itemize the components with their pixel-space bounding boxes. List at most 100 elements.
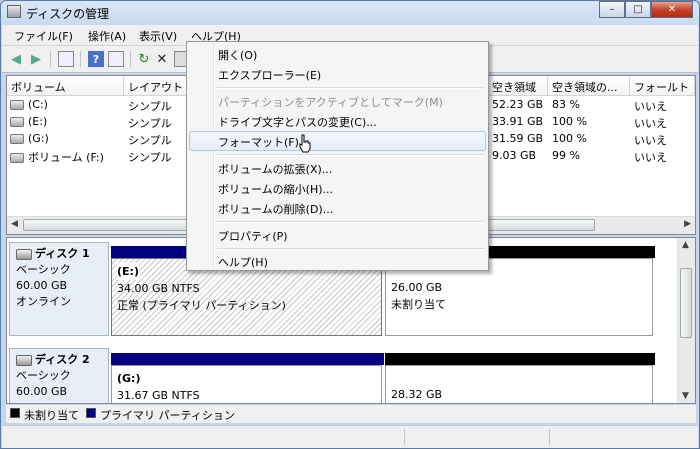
menu-separator bbox=[217, 248, 484, 250]
disk-icon bbox=[16, 248, 32, 260]
volume-layout: シンプル bbox=[128, 100, 172, 113]
menu-item-mark-active: パーティションをアクティブとしてマーク(M) bbox=[218, 96, 443, 109]
volume-free-space: 52.23 GB bbox=[492, 98, 544, 111]
disk-1-type: ベーシック bbox=[16, 263, 71, 276]
disk-2-size: 60.00 GB bbox=[16, 385, 68, 398]
volume-name: (E:) bbox=[10, 115, 47, 128]
drive-icon bbox=[10, 134, 24, 144]
menu-file[interactable]: ファイル(F) bbox=[14, 28, 73, 44]
unallocated-swatch bbox=[10, 408, 20, 418]
properties-icon[interactable] bbox=[108, 51, 124, 67]
volume-fault-tolerance: いいえ bbox=[634, 100, 667, 113]
partition-g[interactable]: (G:) 31.67 GB NTFS bbox=[111, 353, 384, 403]
menu-separator bbox=[217, 154, 484, 156]
menu-action[interactable]: 操作(A) bbox=[88, 28, 126, 44]
disk-management-app-icon bbox=[7, 5, 21, 18]
volume-name: (C:) bbox=[10, 98, 48, 111]
menu-item-format[interactable]: フォーマット(F)... bbox=[189, 131, 486, 151]
volume-percent-free: 99 % bbox=[552, 149, 580, 162]
volume-free-space: 31.59 GB bbox=[492, 132, 544, 145]
menu-item-help[interactable]: ヘルプ(H) bbox=[189, 251, 486, 271]
volume-percent-free: 100 % bbox=[552, 115, 587, 128]
legend: 未割り当て プライマリ パーティション bbox=[6, 405, 696, 423]
drive-icon bbox=[10, 117, 24, 127]
unallocated-bar bbox=[385, 353, 655, 365]
column-header-fault-tolerance[interactable]: フォールト bbox=[630, 76, 695, 96]
primary-partition-swatch bbox=[86, 408, 96, 418]
hand-cursor-icon bbox=[299, 134, 311, 153]
menu-item-explore[interactable]: エクスプローラー(E) bbox=[189, 64, 486, 84]
partition-e-label: (E:) bbox=[117, 263, 139, 280]
minimize-button[interactable]: – bbox=[599, 1, 625, 18]
disk-2-info[interactable]: ディスク 2 ベーシック 60.00 GB bbox=[9, 348, 109, 403]
status-bar bbox=[2, 425, 698, 448]
delete-icon[interactable]: ✕ bbox=[154, 51, 170, 67]
partition-e-status: 正常 (プライマリ パーティション) bbox=[117, 299, 286, 312]
scroll-down-arrow-icon[interactable]: ▼ bbox=[682, 391, 689, 401]
disk-management-window: ディスクの管理 – □ ✕ ファイル(F) 操作(A) 表示(V) ヘルプ(H)… bbox=[0, 0, 700, 449]
title-bar: ディスクの管理 – □ ✕ bbox=[1, 1, 699, 23]
status-divider bbox=[404, 429, 405, 445]
menu-view[interactable]: 表示(V) bbox=[139, 28, 177, 44]
primary-partition-bar bbox=[111, 353, 384, 365]
volume-layout: シンプル bbox=[128, 117, 172, 130]
drive-icon bbox=[10, 153, 24, 163]
disk-1-info[interactable]: ディスク 1 ベーシック 60.00 GB オンライン bbox=[9, 242, 109, 336]
disk-1-size: 60.00 GB bbox=[16, 279, 68, 292]
disk-1-title: ディスク 1 bbox=[16, 246, 108, 262]
menu-item-properties[interactable]: プロパティ(P) bbox=[189, 225, 486, 245]
maximize-button[interactable]: □ bbox=[625, 1, 651, 18]
menu-separator bbox=[217, 87, 484, 89]
scrollbar-thumb[interactable] bbox=[680, 268, 692, 338]
menu-item-shrink-volume[interactable]: ボリュームの縮小(H)... bbox=[189, 178, 486, 198]
menu-item-extend-volume[interactable]: ボリュームの拡張(X)... bbox=[189, 158, 486, 178]
unallocated-size: 26.00 GB bbox=[391, 281, 443, 294]
column-header-free-space[interactable]: 空き領域 bbox=[488, 76, 548, 96]
status-divider bbox=[549, 429, 550, 445]
volume-fault-tolerance: いいえ bbox=[634, 117, 667, 130]
close-button[interactable]: ✕ bbox=[651, 1, 693, 18]
volume-fault-tolerance: いいえ bbox=[634, 134, 667, 147]
window-controls: – □ ✕ bbox=[599, 1, 693, 19]
volume-percent-free: 83 % bbox=[552, 98, 580, 111]
legend-primary-partition: プライマリ パーティション bbox=[100, 409, 235, 422]
unallocated-space-disk-2[interactable]: 28.32 GB bbox=[385, 353, 655, 403]
volume-percent-free: 100 % bbox=[552, 132, 587, 145]
volume-free-space: 9.03 GB bbox=[492, 149, 537, 162]
menu-item-change-drive-letter[interactable]: ドライブ文字とパスの変更(C)... bbox=[189, 111, 486, 131]
unallocated-size: 28.32 GB bbox=[391, 388, 443, 401]
disk-1-status: オンライン bbox=[16, 295, 71, 308]
window-title: ディスクの管理 bbox=[26, 7, 110, 21]
column-header-percent-free[interactable]: 空き領域の... bbox=[548, 76, 630, 96]
toolbar-separator bbox=[50, 51, 51, 67]
menu-separator bbox=[217, 221, 484, 223]
help-icon[interactable]: ? bbox=[88, 51, 104, 67]
scroll-left-arrow-icon[interactable]: ◀ bbox=[11, 219, 18, 229]
volume-name: (G:) bbox=[10, 132, 49, 145]
scroll-right-arrow-icon[interactable]: ▶ bbox=[684, 219, 691, 229]
disk-2-type: ベーシック bbox=[16, 369, 71, 382]
unallocated-status: 未割り当て bbox=[391, 298, 446, 311]
drive-icon bbox=[10, 100, 24, 110]
partition-e-size: 34.00 GB NTFS bbox=[117, 282, 200, 295]
menu-item-open[interactable]: 開く(O) bbox=[189, 44, 486, 64]
toolbar-separator bbox=[80, 51, 81, 67]
context-menu: 開く(O) エクスプローラー(E) パーティションをアクティブとしてマーク(M)… bbox=[186, 41, 489, 271]
volume-layout: シンプル bbox=[128, 134, 172, 147]
volume-fault-tolerance: いいえ bbox=[634, 151, 667, 164]
refresh-icon[interactable]: ↻ bbox=[136, 51, 152, 67]
partition-g-size: 31.67 GB NTFS bbox=[117, 389, 200, 402]
console-tree-icon[interactable] bbox=[58, 51, 74, 67]
back-arrow-icon[interactable]: ◀ bbox=[8, 51, 24, 67]
column-header-volume[interactable]: ボリューム bbox=[7, 76, 124, 96]
volume-free-space: 33.91 GB bbox=[492, 115, 544, 128]
menu-item-delete-volume[interactable]: ボリュームの削除(D)... bbox=[189, 198, 486, 218]
vertical-scrollbar[interactable]: ▲ ▼ bbox=[677, 238, 695, 403]
legend-unallocated: 未割り当て bbox=[24, 409, 79, 422]
disk-icon bbox=[16, 354, 32, 366]
volume-layout: シンプル bbox=[128, 151, 172, 164]
volume-name: ボリューム (F:) bbox=[10, 149, 104, 165]
forward-arrow-icon[interactable]: ▶ bbox=[28, 51, 44, 67]
toolbar-separator bbox=[130, 51, 131, 67]
scroll-up-arrow-icon[interactable]: ▲ bbox=[682, 240, 689, 250]
